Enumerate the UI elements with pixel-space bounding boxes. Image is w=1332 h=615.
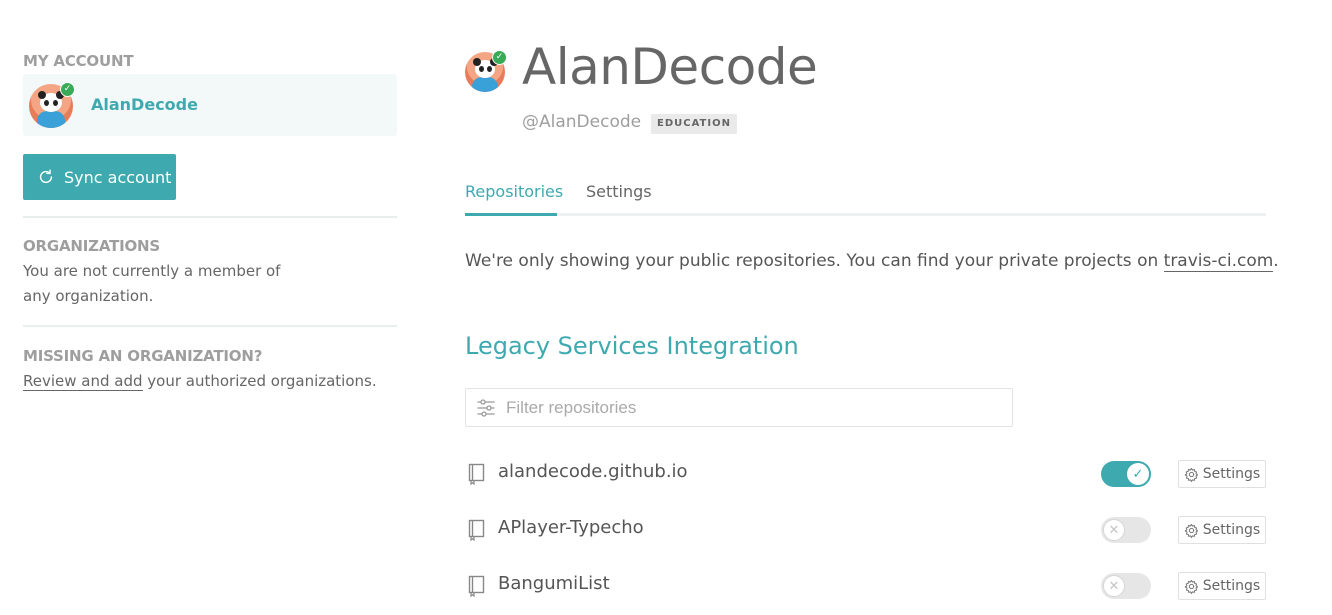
education-badge: EDUCATION [651, 114, 737, 134]
repository-name-link[interactable]: BangumiList [498, 573, 610, 594]
settings-label: Settings [1202, 578, 1261, 594]
repository-toggle[interactable]: ✕ [1101, 517, 1151, 543]
tab-settings[interactable]: Settings [586, 182, 652, 201]
review-organizations-link[interactable]: Review and add [23, 372, 143, 391]
filter-sliders-icon [477, 398, 495, 417]
repository-settings-button[interactable]: Settings [1178, 516, 1266, 544]
account-card[interactable] [23, 74, 397, 136]
verified-check-icon: ✓ [492, 50, 507, 65]
sync-account-label: Sync account [64, 167, 172, 187]
notice-text: We're only showing your public repositor… [465, 251, 1164, 271]
section-title: Legacy Services Integration [465, 332, 799, 360]
repository-toggle[interactable]: ✕ [1101, 573, 1151, 599]
filter-repositories-input[interactable] [504, 396, 988, 419]
repository-row: alandecode.github.io ✓ Settings [465, 459, 1266, 489]
repository-row: APlayer-Typecho ✕ Settings [465, 515, 1266, 545]
travis-ci-com-link[interactable]: travis-ci.com [1163, 251, 1274, 272]
organizations-text-line2: any organization. [23, 287, 154, 305]
toggle-x-icon: ✕ [1103, 575, 1125, 597]
toggle-x-icon: ✕ [1103, 519, 1125, 541]
missing-organization-heading: MISSING AN ORGANIZATION? [23, 347, 263, 365]
gear-icon [1184, 523, 1198, 538]
profile-name: AlanDecode [522, 38, 818, 96]
repository-toggle[interactable]: ✓ [1101, 461, 1151, 487]
sync-account-button[interactable]: Sync account [23, 154, 176, 200]
filter-repositories-box[interactable] [465, 388, 1013, 427]
settings-label: Settings [1202, 522, 1261, 538]
verified-check-icon: ✓ [60, 82, 75, 97]
organizations-text-line1: You are not currently a member of [23, 262, 281, 280]
sync-icon [39, 169, 53, 184]
organizations-text: You are not currently a member of any or… [23, 259, 280, 309]
repository-book-icon [468, 575, 485, 597]
repository-book-icon [468, 463, 485, 485]
repository-settings-button[interactable]: Settings [1178, 460, 1266, 488]
repository-settings-button[interactable]: Settings [1178, 572, 1266, 600]
gear-icon [1184, 579, 1198, 594]
review-organizations-text: Review and add your authorized organizat… [23, 369, 377, 394]
repository-name-link[interactable]: APlayer-Typecho [498, 517, 644, 538]
profile-avatar: ✓ [465, 50, 507, 92]
active-tab-indicator [465, 213, 557, 216]
repository-book-icon [468, 519, 485, 541]
toggle-check-icon: ✓ [1127, 463, 1149, 485]
profile-handle: @AlanDecode [522, 112, 642, 132]
review-organizations-rest: your authorized organizations. [142, 372, 377, 390]
settings-label: Settings [1202, 466, 1261, 482]
gear-icon [1184, 467, 1198, 482]
repository-row: BangumiList ✕ Settings [465, 571, 1266, 601]
account-name-link[interactable]: AlanDecode [91, 95, 198, 114]
notice-end: . [1273, 251, 1279, 271]
organizations-heading: ORGANIZATIONS [23, 237, 160, 255]
avatar[interactable]: ✓ [29, 82, 75, 128]
repository-name-link[interactable]: alandecode.github.io [498, 461, 688, 482]
tab-repositories[interactable]: Repositories [465, 182, 563, 201]
sidebar-divider [23, 216, 397, 218]
public-repos-notice: We're only showing your public repositor… [465, 251, 1279, 272]
my-account-heading: MY ACCOUNT [23, 52, 134, 70]
sidebar-divider [23, 325, 397, 327]
tabs-underline [465, 213, 1266, 216]
